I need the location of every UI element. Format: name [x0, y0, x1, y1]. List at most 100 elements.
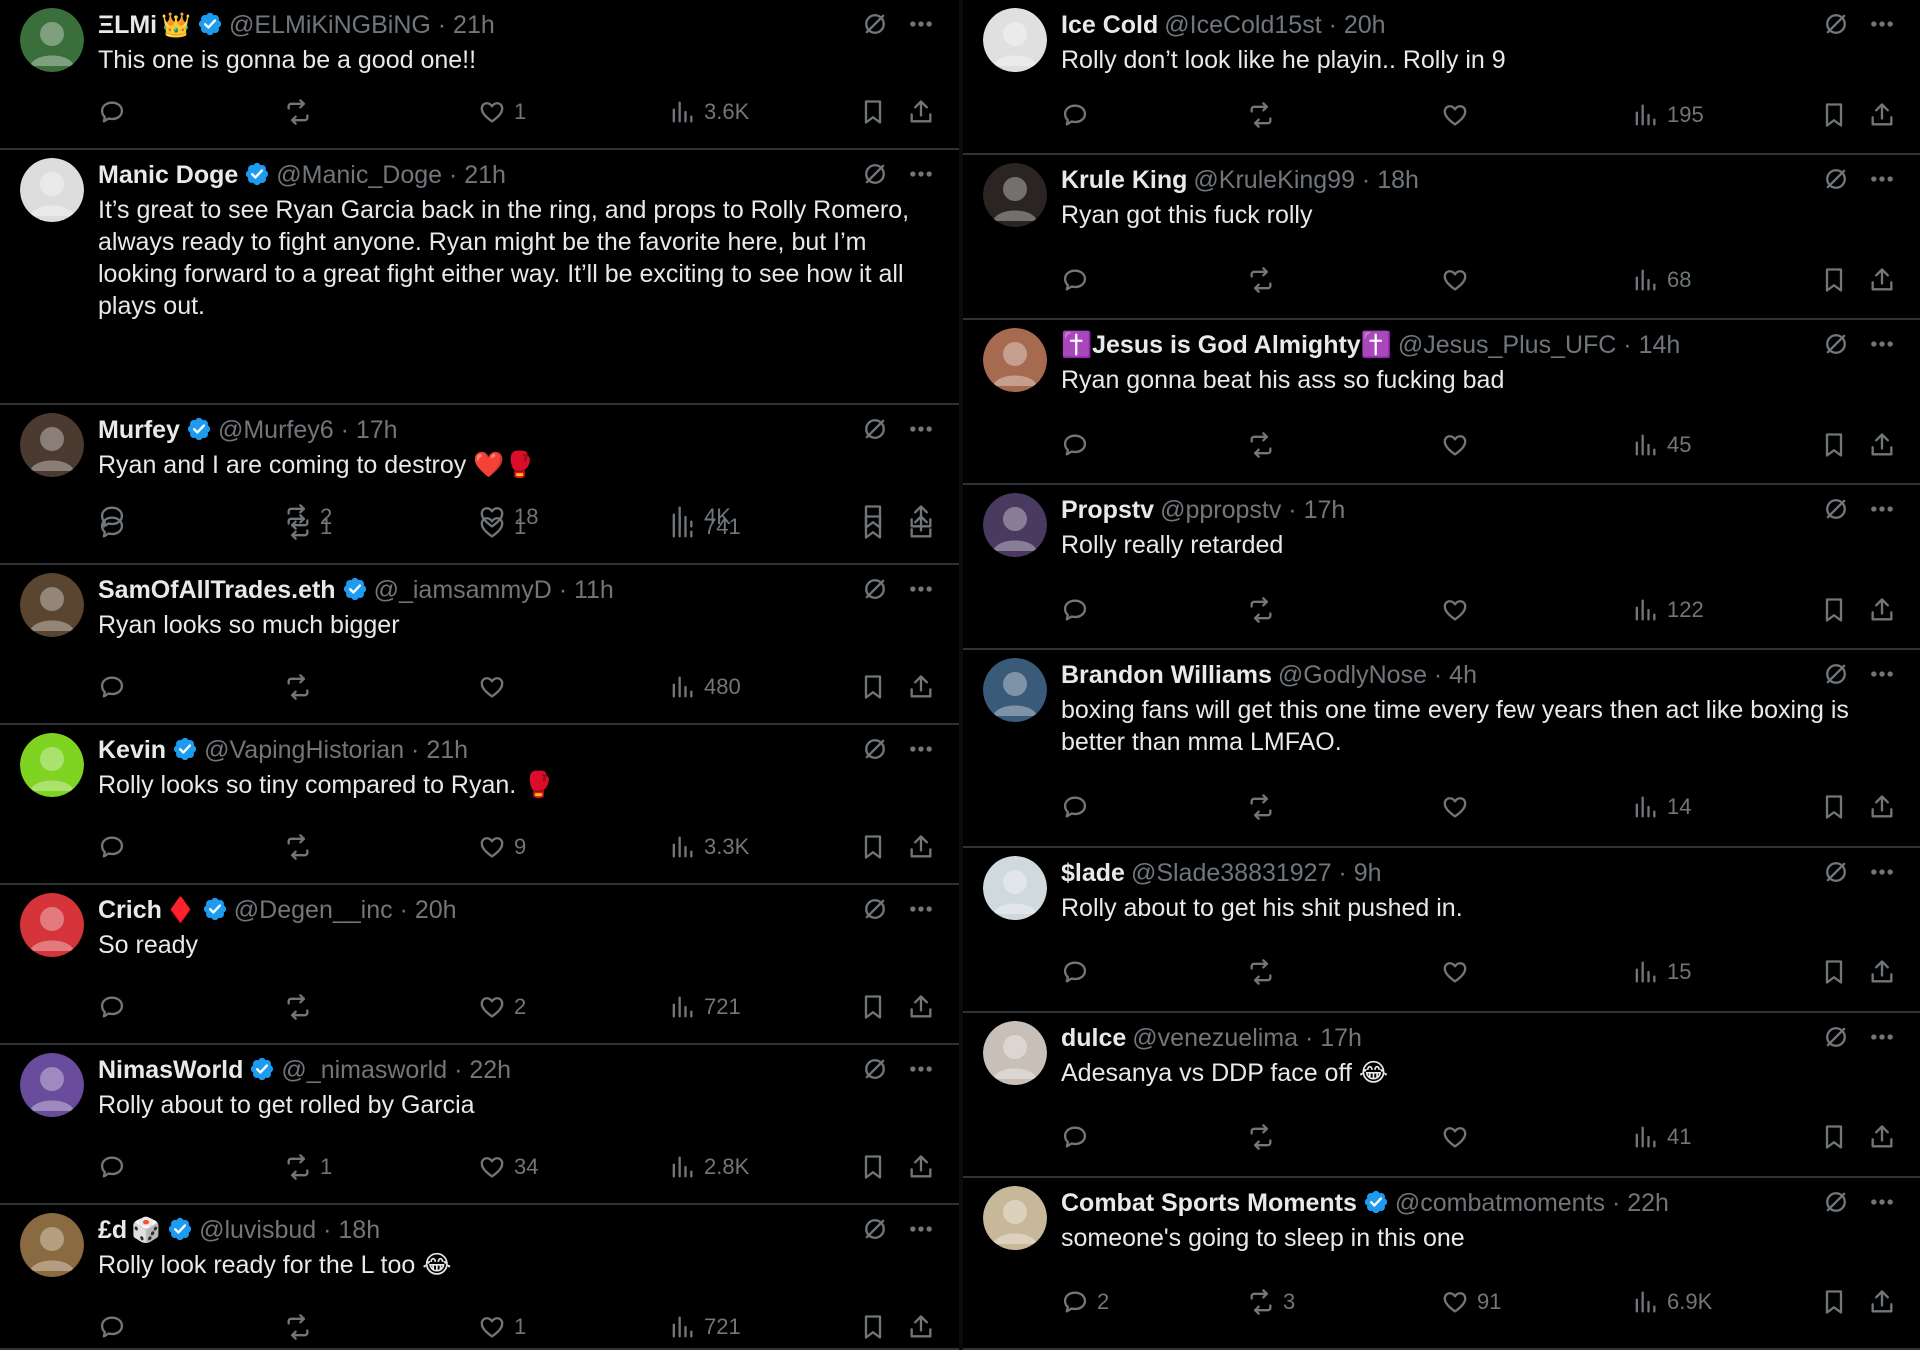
handle-and-time[interactable]: @VapingHistorian · 21h — [204, 736, 468, 764]
like-button[interactable] — [1441, 263, 1477, 297]
share-button[interactable] — [1868, 98, 1896, 132]
avatar[interactable] — [20, 8, 84, 72]
more-icon[interactable] — [907, 575, 935, 603]
like-button[interactable] — [1441, 955, 1477, 989]
views-button[interactable]: 41 — [1631, 1120, 1691, 1154]
bookmark-button[interactable] — [859, 1150, 887, 1184]
bookmark-button[interactable] — [1820, 428, 1848, 462]
display-name[interactable]: Combat Sports Moments — [1061, 1189, 1357, 1217]
grok-icon[interactable] — [861, 895, 889, 923]
reply-button[interactable] — [1061, 593, 1097, 627]
tweet[interactable]: Kevin @VapingHistorian · 21h Rolly looks … — [0, 725, 959, 885]
like-button[interactable] — [1441, 593, 1477, 627]
views-button[interactable]: 721 — [668, 990, 741, 1024]
views-button[interactable]: 14 — [1631, 790, 1691, 824]
retweet-button[interactable] — [284, 1310, 320, 1344]
more-icon[interactable] — [907, 1215, 935, 1243]
share-button[interactable] — [1868, 955, 1896, 989]
share-button[interactable] — [907, 830, 935, 864]
grok-icon[interactable] — [1822, 165, 1850, 193]
handle-and-time[interactable]: @Degen__inc · 20h — [234, 896, 457, 924]
tweet[interactable]: Ice Cold @IceCold15st · 20h Rolly don’t l… — [963, 0, 1920, 155]
grok-icon[interactable] — [861, 1055, 889, 1083]
share-button[interactable] — [907, 95, 935, 129]
tweet[interactable]: ✝️Jesus is God Almighty✝️ @Jesus_Plus_UFC… — [963, 320, 1920, 485]
more-icon[interactable] — [1868, 1023, 1896, 1051]
retweet-button[interactable] — [284, 830, 320, 864]
grok-icon[interactable] — [861, 575, 889, 603]
reply-button[interactable] — [98, 670, 134, 704]
grok-icon[interactable] — [861, 735, 889, 763]
display-name[interactable]: dulce — [1061, 1024, 1126, 1052]
display-name[interactable]: ✝️Jesus is God Almighty✝️ — [1061, 331, 1392, 359]
retweet-button[interactable] — [1247, 428, 1283, 462]
bookmark-button[interactable] — [1820, 593, 1848, 627]
like-button[interactable] — [1441, 428, 1477, 462]
share-button[interactable] — [1868, 1285, 1896, 1319]
handle-and-time[interactable]: @luvisbud · 18h — [199, 1216, 380, 1244]
reply-button[interactable]: 2 — [1061, 1285, 1109, 1319]
more-icon[interactable] — [1868, 165, 1896, 193]
reply-button[interactable] — [1061, 98, 1097, 132]
handle-and-time[interactable]: @Jesus_Plus_UFC · 14h — [1398, 331, 1680, 359]
bookmark-button[interactable] — [1820, 955, 1848, 989]
grok-icon[interactable] — [861, 415, 889, 443]
reply-button[interactable] — [98, 1150, 134, 1184]
share-button[interactable] — [907, 990, 935, 1024]
views-button[interactable]: 741 — [668, 510, 741, 544]
tweet[interactable]: £d 🎲 @luvisbud · 18h Rolly look ready for … — [0, 1205, 959, 1350]
retweet-button[interactable] — [284, 95, 320, 129]
display-name[interactable]: Crich — [98, 896, 162, 924]
grok-icon[interactable] — [1822, 660, 1850, 688]
avatar[interactable] — [983, 1021, 1047, 1085]
like-button[interactable] — [1441, 1120, 1477, 1154]
reply-button[interactable] — [98, 95, 134, 129]
more-icon[interactable] — [1868, 660, 1896, 688]
avatar[interactable] — [983, 493, 1047, 557]
like-button[interactable]: 1 — [478, 95, 526, 129]
reply-button[interactable] — [1061, 428, 1097, 462]
display-name[interactable]: Propstv — [1061, 496, 1154, 524]
avatar[interactable] — [983, 1186, 1047, 1250]
handle-and-time[interactable]: @Murfey6 · 17h — [218, 416, 398, 444]
views-button[interactable]: 480 — [668, 670, 741, 704]
grok-icon[interactable] — [1822, 1188, 1850, 1216]
reply-button[interactable] — [98, 830, 134, 864]
display-name[interactable]: Krule King — [1061, 166, 1187, 194]
bookmark-button[interactable] — [859, 670, 887, 704]
grok-icon[interactable] — [861, 160, 889, 188]
tweet[interactable]: Murfey @Murfey6 · 17h Ryan and I are comi… — [0, 405, 959, 565]
more-icon[interactable] — [907, 895, 935, 923]
reply-button[interactable] — [1061, 1120, 1097, 1154]
like-button[interactable]: 9 — [478, 830, 526, 864]
reply-button[interactable] — [98, 1310, 134, 1344]
retweet-button[interactable] — [1247, 790, 1283, 824]
tweet[interactable]: $lade @Slade38831927 · 9h Rolly about to … — [963, 848, 1920, 1013]
share-button[interactable] — [907, 1150, 935, 1184]
reply-button[interactable] — [1061, 955, 1097, 989]
avatar[interactable] — [983, 163, 1047, 227]
bookmark-button[interactable] — [859, 990, 887, 1024]
avatar[interactable] — [983, 8, 1047, 72]
retweet-button[interactable]: 3 — [1247, 1285, 1295, 1319]
more-icon[interactable] — [1868, 330, 1896, 358]
views-button[interactable]: 721 — [668, 1310, 741, 1344]
grok-icon[interactable] — [861, 1215, 889, 1243]
handle-and-time[interactable]: @GodlyNose · 4h — [1278, 661, 1477, 689]
share-button[interactable] — [1868, 790, 1896, 824]
views-button[interactable]: 122 — [1631, 593, 1704, 627]
tweet[interactable]: NimasWorld @_nimasworld · 22h Rolly about… — [0, 1045, 959, 1205]
retweet-button[interactable] — [1247, 98, 1283, 132]
retweet-button[interactable]: 1 — [284, 510, 332, 544]
more-icon[interactable] — [907, 415, 935, 443]
like-button[interactable]: 91 — [1441, 1285, 1501, 1319]
views-button[interactable]: 6.9K — [1631, 1285, 1712, 1319]
more-icon[interactable] — [907, 10, 935, 38]
tweet[interactable]: SamOfAllTrades.eth @_iamsammyD · 11h Ryan… — [0, 565, 959, 725]
avatar[interactable] — [20, 1053, 84, 1117]
retweet-button[interactable]: 1 — [284, 1150, 332, 1184]
retweet-button[interactable] — [1247, 955, 1283, 989]
display-name[interactable]: NimasWorld — [98, 1056, 243, 1084]
tweet[interactable]: Manic Doge @Manic_Doge · 21h It’s great t… — [0, 150, 959, 530]
views-button[interactable]: 68 — [1631, 263, 1691, 297]
